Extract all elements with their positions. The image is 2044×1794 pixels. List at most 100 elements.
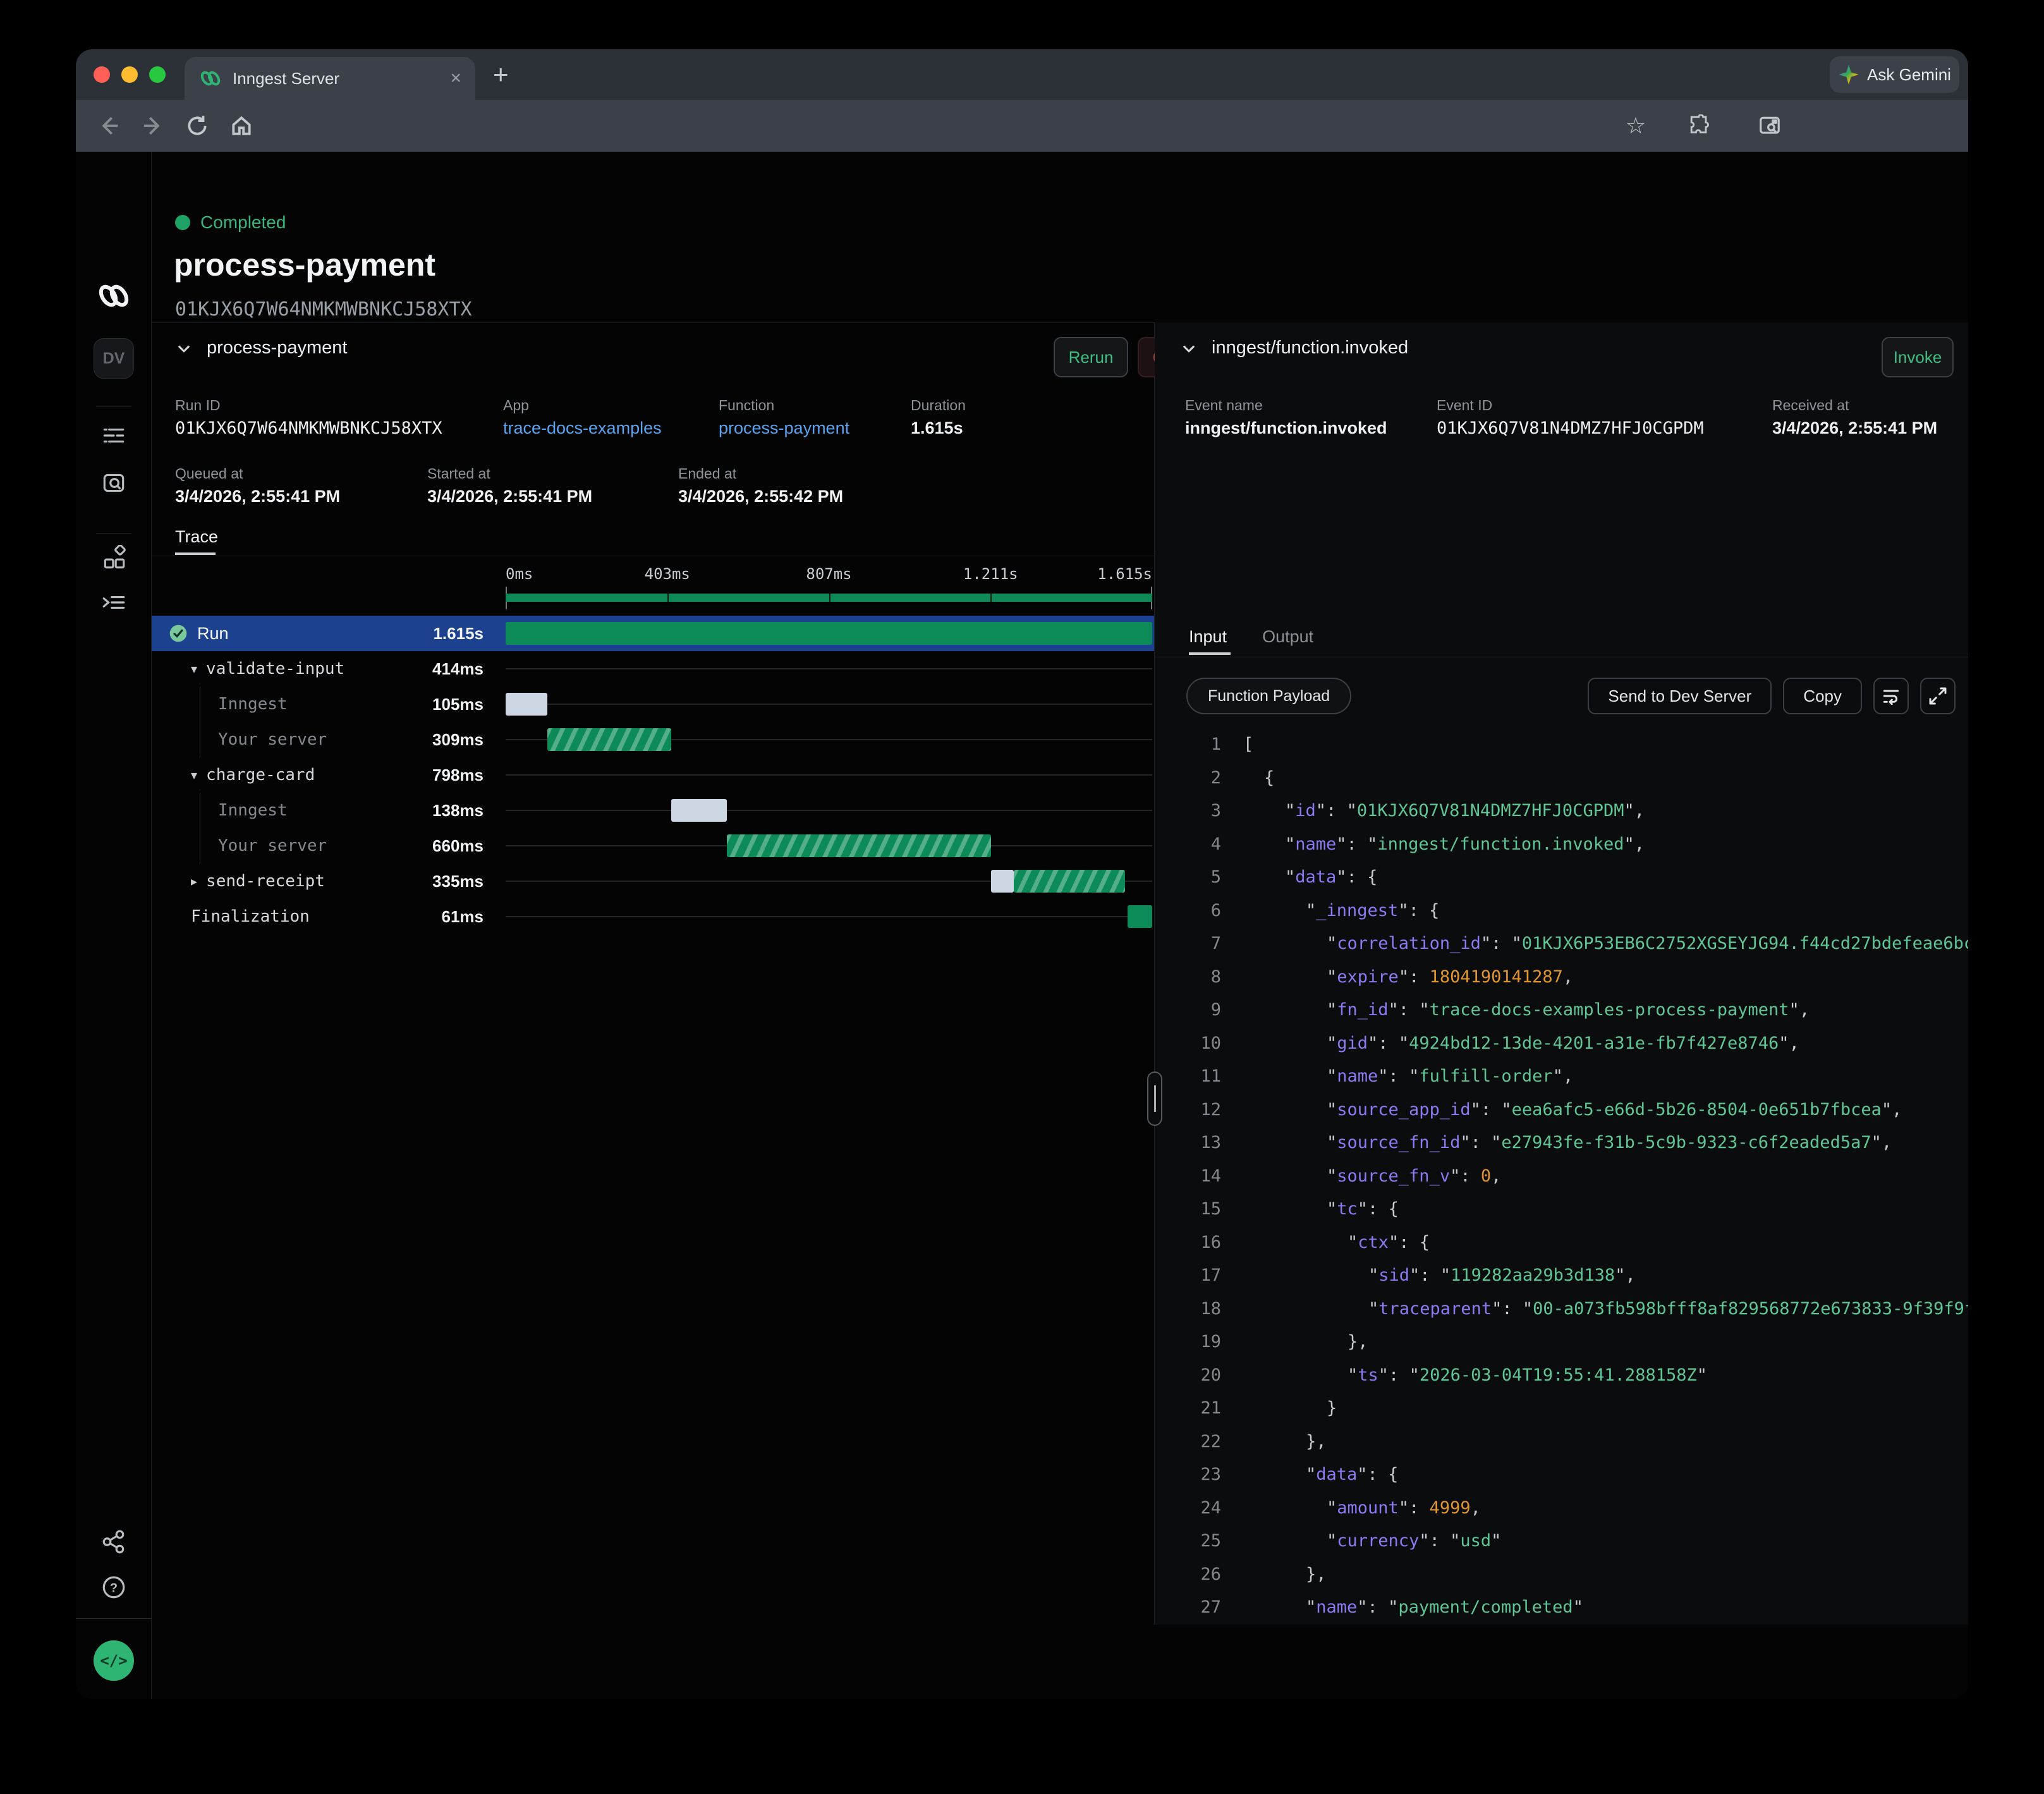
field-label: Ended at — [678, 465, 736, 482]
field-label: Duration — [911, 397, 966, 414]
reload-button[interactable] — [179, 100, 215, 152]
code-line: 27"name": "payment/completed" — [1155, 1594, 1968, 1625]
axis-tick: 403ms — [645, 565, 690, 583]
event-panel: inngest/function.invoked Invoke Event na… — [1155, 322, 1968, 1625]
panel-resize-handle[interactable] — [1147, 1071, 1162, 1126]
chevron-down-icon — [1180, 339, 1198, 357]
span-bar-hatch — [547, 728, 671, 751]
function-link[interactable]: process-payment — [719, 418, 849, 438]
axis-tick: 807ms — [806, 565, 851, 583]
trace-row-charge-card[interactable]: ▾charge-card798ms — [152, 757, 1154, 793]
new-tab-button[interactable]: + — [493, 63, 509, 86]
field-label: Event ID — [1437, 397, 1492, 414]
line-number: 22 — [1167, 1432, 1221, 1451]
line-number: 1 — [1167, 735, 1221, 754]
line-number: 23 — [1167, 1465, 1221, 1484]
forward-button[interactable] — [135, 100, 171, 152]
line-number: 2 — [1167, 768, 1221, 788]
span-bar-queue — [991, 870, 1014, 893]
code-line: 13"source_fn_id": "e27943fe-f31b-5c9b-93… — [1155, 1129, 1968, 1162]
trace-row-run[interactable]: Run1.615s — [152, 616, 1154, 651]
send-to-dev-server-button[interactable]: Send to Dev Server — [1588, 678, 1772, 714]
runs-list-icon — [100, 422, 127, 449]
line-number: 10 — [1167, 1034, 1221, 1053]
line-number: 6 — [1167, 901, 1221, 920]
page-run-id: 01KJX6Q7W64NMKMWBNKCJ58XTX — [175, 298, 472, 320]
sidebar-item-events[interactable] — [76, 470, 152, 496]
ask-gemini-button[interactable]: Ask Gemini — [1830, 56, 1959, 93]
line-number: 7 — [1167, 934, 1221, 953]
back-button[interactable] — [91, 100, 126, 152]
trace-minimap[interactable] — [506, 587, 1152, 609]
trace-step-duration: 105ms — [152, 686, 484, 722]
dev-tools-button[interactable]: </> — [76, 1640, 152, 1681]
line-number: 21 — [1167, 1398, 1221, 1418]
sidebar-item-runs[interactable] — [76, 422, 152, 449]
code-line: 9"fn_id": "trace-docs-examples-process-p… — [1155, 996, 1968, 1030]
svg-text:?: ? — [110, 1581, 118, 1595]
copy-button[interactable]: Copy — [1783, 678, 1862, 714]
line-number: 15 — [1167, 1199, 1221, 1219]
trace-step-duration: 61ms — [152, 899, 484, 934]
trace-row-your-server[interactable]: Your server660ms — [152, 828, 1154, 863]
extensions-button[interactable] — [1682, 100, 1718, 152]
minimize-window-button[interactable] — [121, 66, 138, 83]
sidebar: DV — [76, 152, 152, 1699]
share-icon — [100, 1529, 127, 1555]
trace-row-validate-input[interactable]: ▾validate-input414ms — [152, 651, 1154, 686]
home-button[interactable] — [224, 100, 259, 152]
trace-step-bars — [506, 828, 1152, 863]
event-section-header[interactable]: inngest/function.invoked — [1180, 338, 1408, 358]
resize-grip-icon — [1154, 1085, 1156, 1112]
trace-waterfall: Run1.615s▾validate-input414msInngest105m… — [152, 616, 1154, 934]
help-button[interactable]: ? — [76, 1574, 152, 1601]
app-link[interactable]: trace-docs-examples — [503, 418, 662, 438]
forward-icon — [141, 114, 165, 138]
field-label: Started at — [427, 465, 490, 482]
expand-button[interactable] — [1920, 678, 1956, 714]
tab-trace[interactable]: Trace — [175, 527, 218, 547]
run-section-header[interactable]: process-payment — [175, 338, 347, 358]
code-line: 20"ts": "2026-03-04T19:55:41.288158Z" — [1155, 1362, 1968, 1395]
trace-row-send-receipt[interactable]: ▸send-receipt335ms — [152, 863, 1154, 899]
share-button[interactable] — [76, 1529, 152, 1555]
terminal-stream-icon — [100, 589, 127, 616]
gemini-sparkle-icon — [1838, 64, 1859, 85]
word-wrap-button[interactable] — [1873, 678, 1909, 714]
close-tab-icon[interactable]: × — [450, 69, 461, 88]
code-line: 3"id": "01KJX6Q7V81N4DMZ7HFJ0CGPDM", — [1155, 797, 1968, 831]
trace-row-inngest[interactable]: Inngest138ms — [152, 793, 1154, 828]
trace-step-duration: 1.615s — [152, 616, 484, 651]
rerun-button[interactable]: Rerun — [1054, 337, 1128, 377]
bookmark-button[interactable]: ☆ — [1618, 100, 1653, 152]
word-wrap-icon — [1881, 686, 1901, 706]
trace-step-bars — [506, 686, 1152, 722]
tab-input[interactable]: Input — [1189, 627, 1227, 647]
line-number: 25 — [1167, 1531, 1221, 1551]
trace-tab-underline — [175, 552, 216, 555]
inngest-app: DV — [76, 152, 1968, 1699]
axis-tick: 1.615s — [1097, 565, 1152, 583]
sidebar-item-stream[interactable] — [76, 589, 152, 616]
trace-row-finalization[interactable]: Finalization61ms — [152, 899, 1154, 934]
trace-row-your-server[interactable]: Your server309ms — [152, 722, 1154, 757]
code-line: 24"amount": 4999, — [1155, 1494, 1968, 1528]
close-window-button[interactable] — [94, 66, 110, 83]
maximize-window-button[interactable] — [149, 66, 166, 83]
function-payload-chip[interactable]: Function Payload — [1186, 678, 1351, 714]
code-line: 8"expire": 1804190141287, — [1155, 963, 1968, 997]
browser-tab[interactable]: Inngest Server × — [185, 57, 475, 100]
tab-output[interactable]: Output — [1262, 627, 1313, 647]
inngest-logo[interactable] — [76, 282, 152, 310]
trace-step-duration: 798ms — [152, 757, 484, 793]
status-badge: Completed — [200, 212, 286, 233]
invoke-button[interactable]: Invoke — [1882, 337, 1954, 377]
side-search-button[interactable] — [1752, 100, 1787, 152]
workspace-badge[interactable]: DV — [76, 338, 152, 379]
sidebar-item-apps[interactable] — [76, 545, 152, 571]
code-line: 21} — [1155, 1394, 1968, 1428]
input-tab-underline — [1189, 652, 1231, 655]
duration-value: 1.615s — [911, 418, 963, 438]
trace-row-inngest[interactable]: Inngest105ms — [152, 686, 1154, 722]
trace-step-duration: 335ms — [152, 863, 484, 899]
